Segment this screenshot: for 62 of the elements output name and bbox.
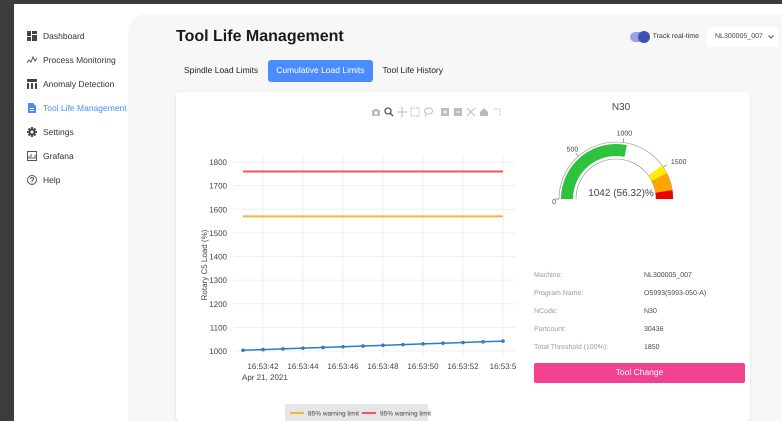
data-point <box>461 340 465 344</box>
axis-tick-label: 16:53:5 <box>490 362 516 371</box>
toggle-switch[interactable] <box>630 32 649 42</box>
data-point <box>381 343 385 347</box>
axis-tick-label: 1300 <box>209 276 227 285</box>
grid-icon <box>27 31 37 41</box>
spike-icon[interactable] <box>492 106 502 117</box>
sidebar-item[interactable]: Dashboard <box>14 24 128 48</box>
tab[interactable]: Tool Life History <box>374 60 452 82</box>
axis-tick-label: 1200 <box>209 299 227 308</box>
sidebar-item[interactable]: Settings <box>14 120 128 144</box>
zoom-icon[interactable] <box>384 106 394 117</box>
axis-tick-label: 16:53:46 <box>327 362 359 371</box>
table-icon <box>27 79 37 89</box>
date-label: Apr 21, 2021 <box>242 372 288 382</box>
data-point <box>301 346 305 350</box>
axis-tick-label: 16:53:50 <box>407 362 439 371</box>
data-point <box>441 341 445 345</box>
document-icon <box>27 103 37 113</box>
data-point <box>501 338 505 342</box>
data-point <box>281 346 285 350</box>
data-point <box>261 347 265 351</box>
gauge-band <box>648 165 667 180</box>
data-point <box>401 342 405 346</box>
lasso-icon[interactable] <box>422 106 432 117</box>
tab[interactable]: Spindle Load Limits <box>176 60 266 82</box>
data-point <box>241 348 245 352</box>
axis-tick-label: 1600 <box>209 204 227 214</box>
axis-tick-label: 16:53:48 <box>367 362 399 371</box>
sidebar-item[interactable]: Anomaly Detection <box>14 72 128 96</box>
data-point <box>341 344 345 348</box>
axis-tick-label: 1800 <box>209 158 227 167</box>
gauge-reading: 1042 (56.32)% <box>588 188 654 199</box>
axis-tick-label: 16:53:52 <box>447 362 479 371</box>
axis-tick-label: 16:53:42 <box>247 362 279 371</box>
sidebar-item[interactable]: Grafana <box>14 144 128 168</box>
box-select-icon[interactable] <box>410 106 420 117</box>
axis-tick-label: 1000 <box>209 346 227 356</box>
axis-tick-label: 1700 <box>209 181 227 190</box>
zoom-out-icon[interactable] <box>452 106 462 117</box>
home-icon[interactable] <box>478 106 488 117</box>
gauge-title: N30 <box>612 102 630 113</box>
axis-tick-label: 1500 <box>209 228 227 238</box>
axis-title: Rotary C5 Load (%) <box>200 229 209 300</box>
data-point <box>321 345 325 349</box>
axis-tick-label: 1100 <box>210 323 227 332</box>
axis-tick-label: 16:53:44 <box>287 362 319 371</box>
pulse-icon <box>27 55 37 65</box>
sidebar-item[interactable]: Help <box>14 168 128 192</box>
autoscale-icon[interactable] <box>466 106 476 117</box>
tool-change-button[interactable]: Tool Change <box>534 362 745 383</box>
zoom-in-icon[interactable] <box>440 106 450 117</box>
data-point <box>361 344 365 348</box>
settings-icon <box>27 127 37 137</box>
help-icon <box>27 175 37 185</box>
chevron-icon <box>768 35 774 40</box>
data-point <box>481 340 485 344</box>
chart-icon <box>27 151 37 161</box>
axis-tick-label: 1400 <box>209 252 227 262</box>
data-point <box>421 342 425 346</box>
page-title: Tool Life Management <box>176 27 344 48</box>
sidebar-item[interactable]: Process Monitoring <box>14 48 128 72</box>
